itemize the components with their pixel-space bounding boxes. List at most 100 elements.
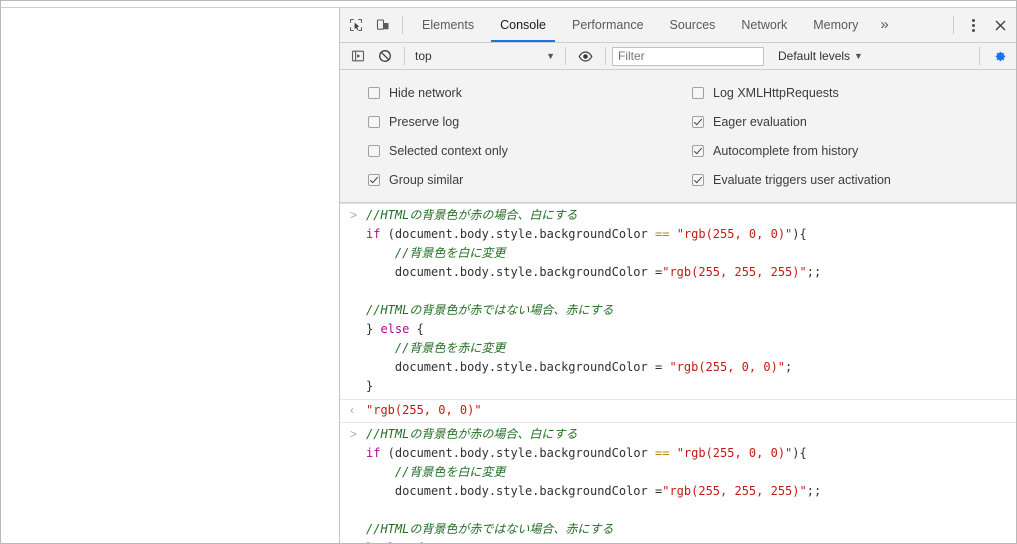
console-line: } else { <box>340 320 1016 339</box>
console-code: //HTMLの背景色が赤の場合、白にする <box>366 206 1016 225</box>
setting-group-similar[interactable]: Group similar <box>368 165 692 194</box>
console-code: document.body.style.backgroundColor ="rg… <box>366 482 1016 501</box>
selected-context-only-label: Selected context only <box>389 144 508 158</box>
tab-console[interactable]: Console <box>487 8 559 42</box>
preserve-log-checkbox[interactable] <box>368 116 380 128</box>
tabbar-divider-2 <box>953 16 954 34</box>
console-result-row[interactable]: ‹"rgb(255, 0, 0)" <box>340 400 1016 423</box>
setting-evaluate-triggers-user-activation[interactable]: Evaluate triggers user activation <box>692 165 1016 194</box>
console-toolbar-divider-3 <box>605 47 606 65</box>
log-xhr-checkbox[interactable] <box>692 87 704 99</box>
eager-evaluation-checkbox[interactable] <box>692 116 704 128</box>
console-code: } else { <box>366 539 1016 543</box>
console-line: //背景色を白に変更 <box>340 463 1016 482</box>
hide-network-label: Hide network <box>389 86 462 100</box>
tab-elements[interactable]: Elements <box>409 8 487 42</box>
kebab-menu-icon[interactable] <box>960 12 987 38</box>
console-line <box>340 282 1016 301</box>
console-code: //HTMLの背景色が赤の場合、白にする <box>366 425 1016 444</box>
tab-elements-label: Elements <box>422 18 474 32</box>
console-toolbar: top ▼ Default levels ▼ <box>340 43 1016 70</box>
close-icon[interactable] <box>987 12 1014 38</box>
tabbar-divider-1 <box>402 16 403 34</box>
console-line: >//HTMLの背景色が赤の場合、白にする <box>340 425 1016 444</box>
console-code: //背景色を白に変更 <box>366 244 1016 263</box>
log-xhr-label: Log XMLHttpRequests <box>713 86 839 100</box>
page-viewport[interactable] <box>1 8 340 543</box>
console-code: //背景色を赤に変更 <box>366 339 1016 358</box>
selected-context-only-checkbox[interactable] <box>368 145 380 157</box>
console-code: document.body.style.backgroundColor = "r… <box>366 358 1016 377</box>
tab-performance-label: Performance <box>572 18 644 32</box>
console-line: document.body.style.backgroundColor ="rg… <box>340 263 1016 282</box>
device-toolbar-icon[interactable] <box>369 12 396 38</box>
setting-hide-network[interactable]: Hide network <box>368 78 692 107</box>
console-code: //HTMLの背景色が赤ではない場合、赤にする <box>366 520 1016 539</box>
console-toolbar-divider-2 <box>565 47 566 65</box>
tab-performance[interactable]: Performance <box>559 8 657 42</box>
execution-context-select[interactable]: top ▼ <box>411 46 559 66</box>
devtools-tabbar: Elements Console Performance Sources Net… <box>340 8 1016 43</box>
hide-network-checkbox[interactable] <box>368 87 380 99</box>
setting-selected-context-only[interactable]: Selected context only <box>368 136 692 165</box>
tab-memory-label: Memory <box>813 18 858 32</box>
console-line: //背景色を赤に変更 <box>340 339 1016 358</box>
chevron-down-icon: ▼ <box>546 51 559 61</box>
setting-autocomplete-from-history[interactable]: Autocomplete from history <box>692 136 1016 165</box>
inspect-element-icon[interactable] <box>342 12 369 38</box>
more-tabs-button[interactable]: » <box>871 8 897 42</box>
console-line: >//HTMLの背景色が赤の場合、白にする <box>340 206 1016 225</box>
setting-preserve-log[interactable]: Preserve log <box>368 107 692 136</box>
console-line: } else { <box>340 539 1016 543</box>
console-code: if (document.body.style.backgroundColor … <box>366 444 1016 463</box>
setting-eager-evaluation[interactable]: Eager evaluation <box>692 107 1016 136</box>
console-toolbar-divider-1 <box>404 47 405 65</box>
log-levels-label: Default levels <box>778 49 850 63</box>
evaluate-triggers-user-activation-label: Evaluate triggers user activation <box>713 173 891 187</box>
log-levels-select[interactable]: Default levels ▼ <box>778 49 867 63</box>
evaluate-triggers-user-activation-checkbox[interactable] <box>692 174 704 186</box>
console-code: if (document.body.style.backgroundColor … <box>366 225 1016 244</box>
autocomplete-from-history-checkbox[interactable] <box>692 145 704 157</box>
console-code: //背景色を白に変更 <box>366 463 1016 482</box>
create-live-expression-icon[interactable] <box>572 43 599 69</box>
console-code <box>366 501 1016 520</box>
tab-console-label: Console <box>500 18 546 32</box>
filter-input[interactable] <box>612 47 764 66</box>
window-body: Elements Console Performance Sources Net… <box>1 8 1016 543</box>
tab-sources[interactable]: Sources <box>657 8 729 42</box>
devtools-panel: Elements Console Performance Sources Net… <box>340 8 1016 543</box>
console-line: //背景色を白に変更 <box>340 244 1016 263</box>
window-title-strip <box>1 1 1016 8</box>
console-line: } <box>340 377 1016 396</box>
tab-network[interactable]: Network <box>728 8 800 42</box>
console-input-row[interactable]: >//HTMLの背景色が赤の場合、白にするif (document.body.s… <box>340 423 1016 543</box>
console-code: document.body.style.backgroundColor ="rg… <box>366 263 1016 282</box>
console-settings-right-column: Log XMLHttpRequests Eager evaluation Aut… <box>692 78 1016 194</box>
preserve-log-label: Preserve log <box>389 115 459 129</box>
tab-memory[interactable]: Memory <box>800 8 871 42</box>
console-toolbar-divider-4 <box>979 47 980 65</box>
console-code: } <box>366 377 1016 396</box>
console-line: //HTMLの背景色が赤ではない場合、赤にする <box>340 520 1016 539</box>
console-line: document.body.style.backgroundColor ="rg… <box>340 482 1016 501</box>
console-code: //HTMLの背景色が赤ではない場合、赤にする <box>366 301 1016 320</box>
console-log-area[interactable]: >//HTMLの背景色が赤の場合、白にするif (document.body.s… <box>340 203 1016 543</box>
browser-window: Elements Console Performance Sources Net… <box>0 0 1017 544</box>
tab-network-label: Network <box>741 18 787 32</box>
console-line: document.body.style.backgroundColor = "r… <box>340 358 1016 377</box>
setting-log-xhr[interactable]: Log XMLHttpRequests <box>692 78 1016 107</box>
console-sidebar-toggle-icon[interactable] <box>344 43 371 69</box>
console-line: ‹"rgb(255, 0, 0)" <box>340 401 1016 420</box>
console-settings-left-column: Hide network Preserve log Selected conte… <box>340 78 692 194</box>
console-line: if (document.body.style.backgroundColor … <box>340 225 1016 244</box>
console-code <box>366 282 1016 301</box>
console-line: //HTMLの背景色が赤ではない場合、赤にする <box>340 301 1016 320</box>
output-arrow-icon: ‹ <box>350 401 366 420</box>
console-input-row[interactable]: >//HTMLの背景色が赤の場合、白にするif (document.body.s… <box>340 204 1016 400</box>
clear-console-icon[interactable] <box>371 43 398 69</box>
execution-context-value: top <box>411 49 546 63</box>
settings-gear-icon[interactable] <box>986 45 1012 67</box>
group-similar-checkbox[interactable] <box>368 174 380 186</box>
eager-evaluation-label: Eager evaluation <box>713 115 807 129</box>
